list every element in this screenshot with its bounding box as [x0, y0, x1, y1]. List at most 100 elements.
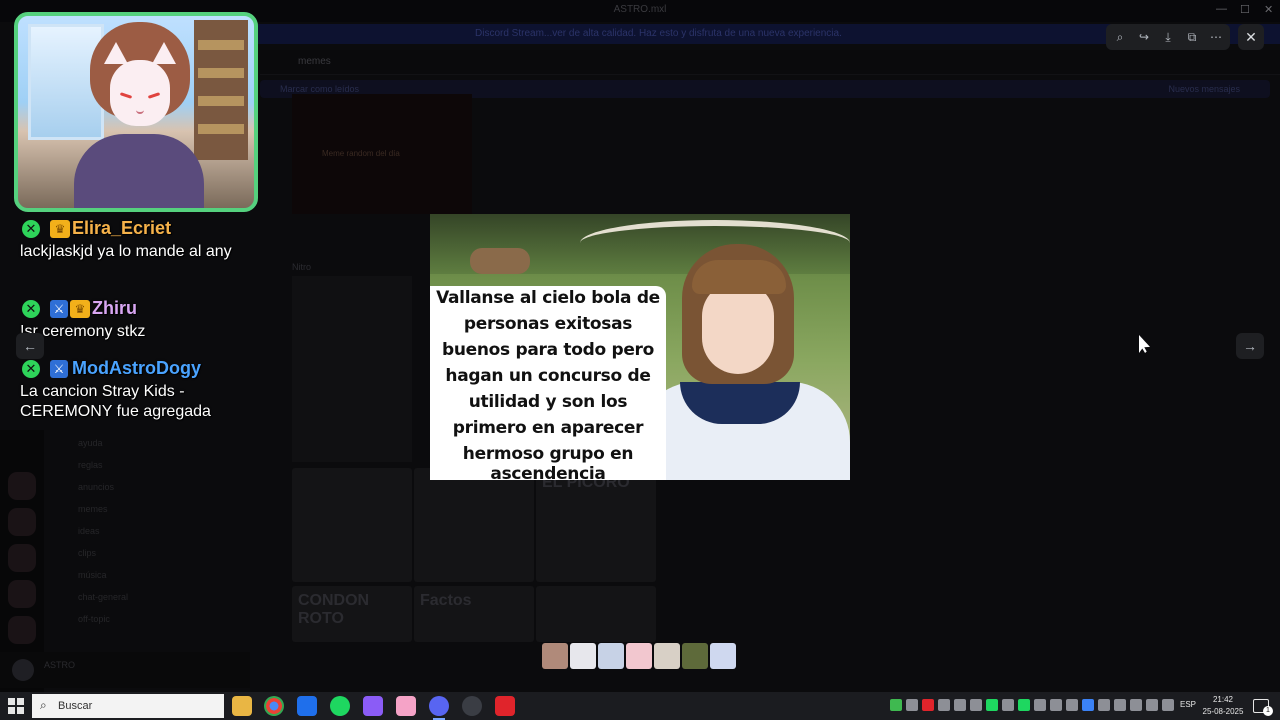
new-messages-text: Nuevos mensajes — [1168, 84, 1240, 94]
chat-text: La cancion Stray Kids - CEREMONY fue agr… — [20, 383, 211, 420]
bg-thumb: Factos — [414, 586, 534, 642]
server-icon[interactable] — [8, 472, 36, 500]
obs-icon[interactable] — [462, 696, 482, 716]
clock-date[interactable]: 25-08-2025 — [1198, 707, 1248, 716]
previous-image-button[interactable]: ← — [16, 333, 44, 359]
taskbar-search[interactable]: ⌕ Buscar — [32, 694, 224, 718]
bg-thumb: EL PICORO — [536, 468, 656, 582]
thumbnail[interactable] — [654, 643, 680, 669]
app-icon[interactable] — [495, 696, 515, 716]
volume-icon[interactable] — [1162, 699, 1174, 711]
app-icon[interactable] — [297, 696, 317, 716]
chat-message: ✕ ⚔ ModAstroDogy La cancion Stray Kids -… — [20, 358, 250, 422]
bg-thumb: CONDON ROTO — [292, 586, 412, 642]
thumbnail[interactable] — [542, 643, 568, 669]
tray-icon[interactable] — [1066, 699, 1078, 711]
bg-thumb-label: Factos — [420, 592, 472, 609]
forward-icon[interactable]: ↪ — [1136, 29, 1152, 45]
thumbnail[interactable] — [598, 643, 624, 669]
network-icon[interactable] — [1146, 699, 1158, 711]
crown-icon: ♛ — [50, 220, 70, 238]
windows-start-icon[interactable] — [8, 698, 24, 714]
channel-item[interactable]: ideas — [78, 526, 100, 536]
server-icon[interactable] — [8, 508, 36, 536]
next-image-button[interactable]: → — [1236, 333, 1264, 359]
tray-icon[interactable] — [922, 699, 934, 711]
tray-icon[interactable] — [1098, 699, 1110, 711]
chat-text: !sr ceremony stkz — [20, 323, 146, 340]
maximize-icon[interactable]: ☐ — [1240, 3, 1250, 16]
language-indicator[interactable]: ESP — [1180, 700, 1196, 709]
window-close-icon[interactable]: ✕ — [1264, 3, 1273, 16]
bookshelf — [194, 20, 248, 160]
channel-item[interactable]: anuncios — [78, 482, 114, 492]
download-icon[interactable]: ⤓ — [1160, 29, 1176, 45]
channel-item[interactable]: memes — [78, 504, 108, 514]
windows-taskbar: ⌕ Buscar ESP 21:42 25-08-2025 1 — [0, 692, 1280, 720]
clock-time[interactable]: 21:42 — [1210, 695, 1236, 704]
microphone-icon[interactable] — [1050, 699, 1062, 711]
minimize-icon[interactable]: — — [1216, 3, 1227, 15]
spotify-icon[interactable] — [330, 696, 350, 716]
caption-line: ascendencia — [490, 464, 606, 480]
channel-item[interactable]: chat-general — [78, 592, 128, 602]
x-badge-icon: ✕ — [22, 220, 40, 238]
bg-thumb — [414, 468, 534, 582]
mask-eye — [119, 92, 133, 99]
vtuber-hoodie — [74, 134, 204, 208]
open-external-icon[interactable]: ⧉ — [1184, 29, 1200, 45]
chat-username: Zhiru — [92, 298, 137, 318]
mask-eye — [147, 92, 161, 99]
thumbnail[interactable] — [710, 643, 736, 669]
server-icon[interactable] — [8, 616, 36, 644]
tray-icon[interactable] — [1018, 699, 1030, 711]
bg-image-caption: Meme random del día — [322, 149, 400, 158]
more-icon[interactable]: ⋯ — [1208, 29, 1224, 45]
server-icon[interactable] — [8, 544, 36, 572]
thumbnail[interactable] — [626, 643, 652, 669]
thumbnail[interactable] — [682, 643, 708, 669]
tray-icon[interactable] — [970, 699, 982, 711]
bg-image — [292, 276, 412, 462]
search-icon: ⌕ — [40, 698, 47, 712]
thumbnail[interactable] — [570, 643, 596, 669]
caption-line: hagan un concurso de — [445, 366, 651, 386]
avatar[interactable] — [12, 659, 34, 681]
zoom-icon[interactable]: ⌕ — [1112, 29, 1128, 45]
channel-item[interactable]: ayuda — [78, 438, 103, 448]
tray-icon[interactable] — [986, 699, 998, 711]
tray-icon[interactable] — [890, 699, 902, 711]
channel-item[interactable]: clips — [78, 548, 96, 558]
caption-line: personas exitosas — [463, 314, 633, 334]
tray-icon[interactable] — [906, 699, 918, 711]
app-icon[interactable] — [363, 696, 383, 716]
file-explorer-icon[interactable] — [232, 696, 252, 716]
channel-item[interactable]: música — [78, 570, 107, 580]
close-viewer-button[interactable]: ✕ — [1238, 24, 1264, 50]
app-icon[interactable] — [396, 696, 416, 716]
channel-item[interactable]: reglas — [78, 460, 103, 470]
tray-icon[interactable] — [954, 699, 966, 711]
chrome-icon[interactable] — [264, 696, 284, 716]
channel-name: memes — [298, 56, 331, 67]
sword-icon: ⚔ — [50, 300, 68, 318]
bg-thumb — [536, 586, 656, 642]
chat-message: ✕ ⚔ ♛ Zhiru !sr ceremony stkz — [20, 298, 250, 342]
user-panel: ASTRO — [0, 652, 250, 688]
meme-bangs — [692, 260, 786, 294]
channel-item[interactable]: off-topic — [78, 614, 110, 624]
shelf-row — [198, 96, 244, 106]
tray-icon[interactable] — [1034, 699, 1046, 711]
chat-message: ✕ ♛ Elira_Ecriet lackjlaskjd ya lo mande… — [20, 218, 250, 262]
tray-icon[interactable] — [1114, 699, 1126, 711]
stream-camera-overlay — [14, 12, 258, 212]
server-icon[interactable] — [8, 580, 36, 608]
tray-icon[interactable] — [938, 699, 950, 711]
discord-icon[interactable] — [429, 696, 449, 720]
tray-icon[interactable] — [1002, 699, 1014, 711]
x-badge-icon: ✕ — [22, 300, 40, 318]
bg-thumb — [292, 468, 412, 582]
bluetooth-icon[interactable] — [1082, 699, 1094, 711]
tray-icon[interactable] — [1130, 699, 1142, 711]
caption-line: hermoso grupo en — [462, 444, 634, 464]
